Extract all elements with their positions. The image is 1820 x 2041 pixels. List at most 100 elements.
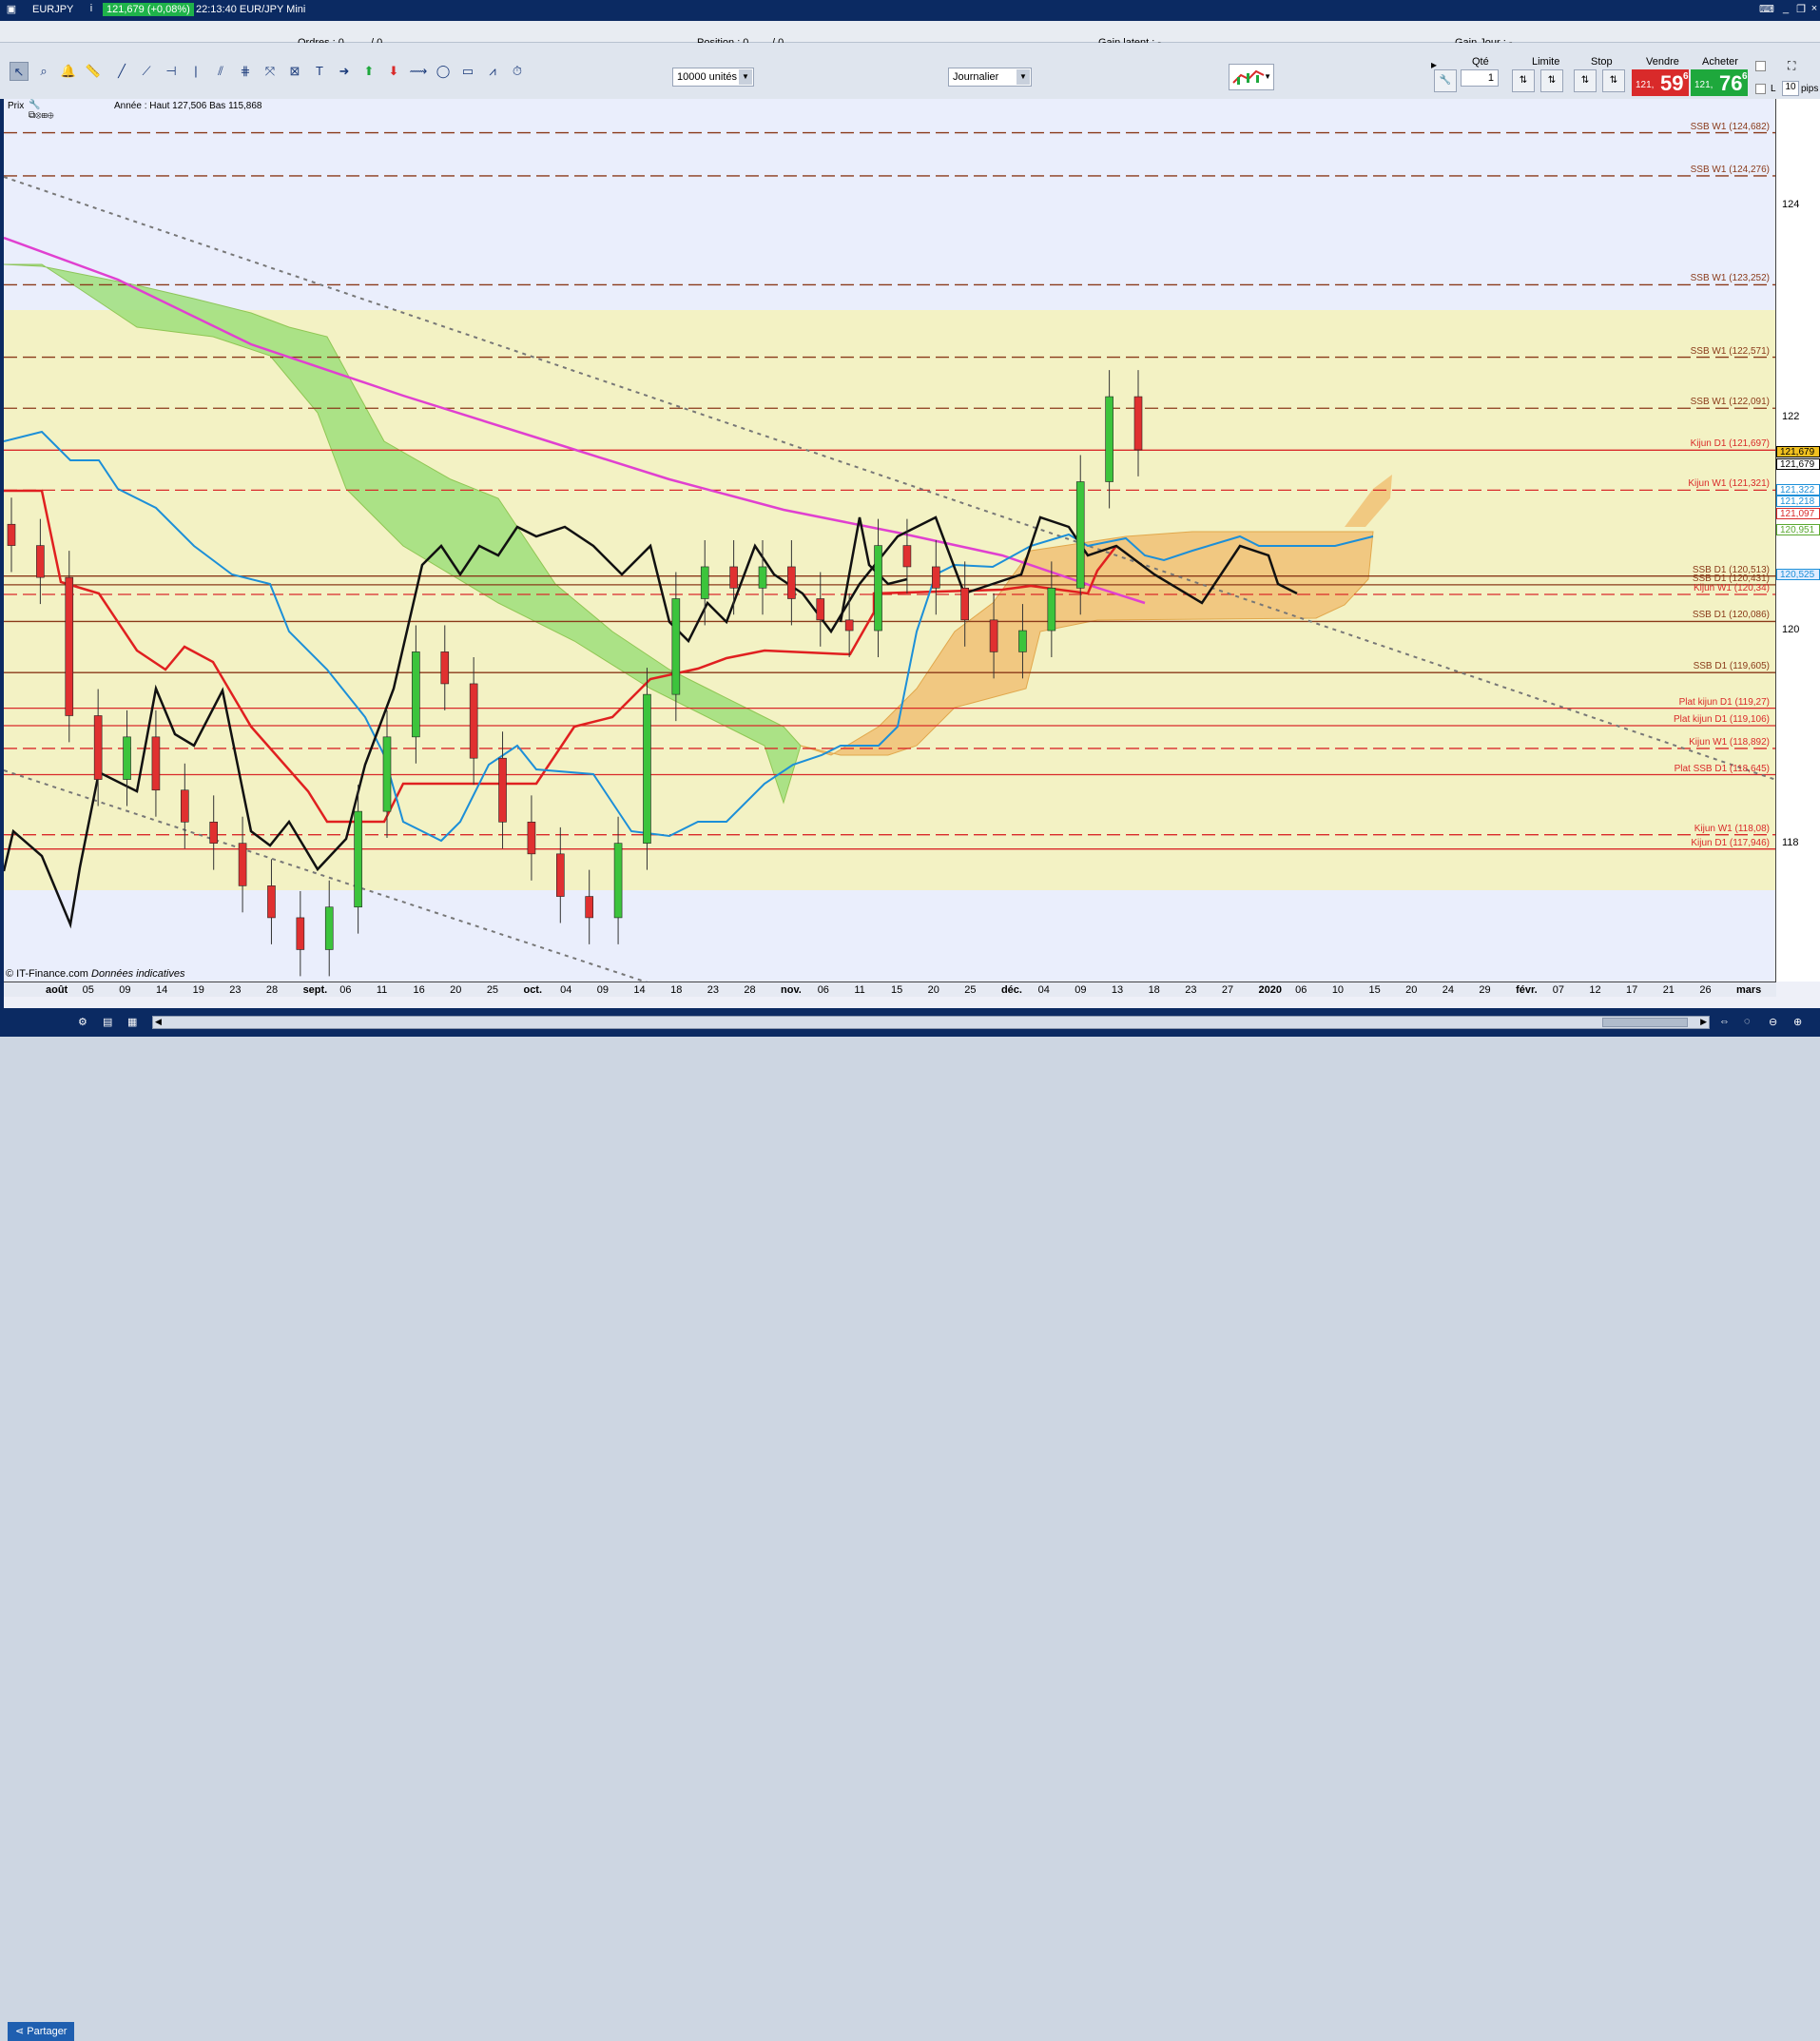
candle-down[interactable] [1133, 396, 1143, 451]
candle-down[interactable] [989, 619, 998, 652]
keyboard-icon[interactable]: ⌨ [1759, 3, 1774, 16]
price-series-label[interactable]: Prix [8, 101, 24, 111]
pips-input[interactable]: 10 [1782, 81, 1799, 96]
units-select[interactable]: 10000 unités ▼ [672, 68, 754, 87]
candle-down[interactable] [527, 821, 536, 855]
candle-down[interactable] [181, 789, 189, 823]
fit-chart-icon[interactable]: ⇔ [1719, 1016, 1730, 1027]
l-checkbox[interactable] [1755, 84, 1766, 94]
level-label: SSB W1 (124,276) [1690, 164, 1770, 175]
candle-down[interactable] [729, 566, 738, 589]
zoom-out-icon[interactable]: ⊖ [1769, 1016, 1777, 1028]
fibonacci-icon[interactable]: ⋕ [236, 62, 255, 81]
candle-down[interactable] [65, 576, 74, 716]
zoom-in-icon[interactable]: ⊕ [1793, 1016, 1802, 1028]
pointer-tool-icon[interactable]: ↖ [10, 62, 29, 81]
price-chart-area[interactable]: Prix 🔧⧉⊗⊞⊕ Année : Haut 127,506 Bas 115,… [4, 99, 1776, 982]
candle-up[interactable] [758, 566, 767, 589]
clock-tool-icon[interactable]: ⏱ [508, 62, 527, 81]
candle-up[interactable] [1105, 396, 1113, 482]
close-icon[interactable]: × [1807, 3, 1820, 16]
sell-button[interactable]: 121, 59 6 [1632, 69, 1689, 96]
candle-up[interactable] [1018, 630, 1027, 652]
candle-up[interactable] [1075, 481, 1085, 589]
candle-down[interactable] [440, 651, 450, 685]
rectangle-tool-icon[interactable]: ▭ [458, 62, 477, 81]
candle-down[interactable] [209, 821, 218, 844]
scroll-thumb[interactable] [1602, 1018, 1688, 1027]
alert-tool-icon[interactable]: 🔔 [59, 62, 78, 81]
candle-down[interactable] [7, 523, 16, 546]
candle-up[interactable] [324, 906, 334, 950]
candle-down[interactable] [151, 736, 161, 791]
candle-down[interactable] [36, 545, 45, 578]
guaranteed-stop-checkbox[interactable] [1755, 61, 1766, 71]
vertical-line-icon[interactable]: | [186, 62, 205, 81]
scroll-right-icon[interactable]: ▶ [1700, 1017, 1707, 1027]
ray-tool-icon[interactable]: ⟋ [137, 62, 156, 81]
candle-down[interactable] [556, 853, 565, 897]
candle-down[interactable] [960, 588, 969, 621]
layout-icon[interactable]: ▦ [127, 1016, 137, 1028]
calc-icon[interactable]: ▤ [103, 1016, 112, 1028]
candle-up[interactable] [671, 598, 681, 695]
candle-up[interactable] [1047, 588, 1056, 632]
stop-sell-icon[interactable]: ⇅ [1602, 69, 1625, 92]
minimize-icon[interactable]: _ [1778, 3, 1793, 16]
ellipse-tool-icon[interactable]: ◯ [434, 62, 453, 81]
scroll-left-icon[interactable]: ◀ [155, 1017, 162, 1027]
candle-down[interactable] [787, 566, 796, 599]
candle-down[interactable] [267, 885, 276, 919]
limit-sell-icon[interactable]: ⇅ [1540, 69, 1563, 92]
chart-type-button[interactable]: ▼ [1229, 64, 1274, 90]
trend-tool-icon[interactable]: ⩘ [483, 62, 502, 81]
ruler-tool-icon[interactable]: 📏 [84, 62, 103, 81]
candle-up[interactable] [643, 693, 651, 844]
candle-up[interactable] [354, 810, 362, 908]
arrow-up-icon[interactable]: ⬆ [359, 62, 378, 81]
candle-up[interactable] [613, 843, 623, 919]
tools-icon[interactable]: ⚙ [78, 1016, 87, 1028]
candle-down[interactable] [902, 545, 912, 568]
quantity-input[interactable]: 1 [1461, 69, 1499, 87]
horizontal-line-icon[interactable]: ⊣ [162, 62, 181, 81]
text-tool-icon[interactable]: T [310, 62, 329, 81]
fan-tool-icon[interactable]: ⤧ [261, 62, 280, 81]
limit-buy-icon[interactable]: ⇅ [1512, 69, 1535, 92]
candle-down[interactable] [93, 715, 103, 780]
candle-down[interactable] [238, 843, 247, 886]
candle-down[interactable] [296, 917, 305, 950]
arrow-right-icon[interactable]: ➜ [335, 62, 354, 81]
candle-down[interactable] [932, 566, 940, 589]
line-tool-icon[interactable]: ╱ [112, 62, 131, 81]
wrench-icon[interactable]: 🔧 [1434, 69, 1457, 92]
channel-tool-icon[interactable]: ⟿ [409, 62, 428, 81]
candle-down[interactable] [585, 896, 593, 919]
stop-buy-icon[interactable]: ⇅ [1574, 69, 1597, 92]
candle-down[interactable] [816, 598, 825, 621]
gann-tool-icon[interactable]: ⊠ [285, 62, 304, 81]
zoom-reset-icon[interactable]: ◌ [1744, 1016, 1751, 1027]
candle-down[interactable] [469, 683, 478, 759]
window-menu-icon[interactable]: ▣ [4, 3, 19, 16]
series-settings-icon[interactable]: 🔧⧉⊗⊞⊕ [29, 100, 54, 121]
candle-down[interactable] [844, 619, 854, 632]
period-select[interactable]: Journalier ▼ [948, 68, 1032, 87]
candle-up[interactable] [382, 736, 392, 812]
time-axis[interactable]: août 05 09 14 19 23 28 sept. 06 11 16 20 25 oct. 04 09 1… [4, 982, 1776, 997]
horizontal-scrollbar[interactable]: ◀ ▶ [152, 1016, 1710, 1029]
candle-up[interactable] [700, 566, 709, 599]
candle-down[interactable] [498, 757, 507, 823]
candle-up[interactable] [123, 736, 131, 780]
share-button[interactable]: ⋖ Partager [8, 2022, 75, 2041]
price-axis[interactable]: 124 122 120 118 [1776, 99, 1820, 982]
info-icon[interactable]: i [84, 3, 99, 16]
parallel-lines-icon[interactable]: ⫽ [211, 62, 230, 81]
zoom-tool-icon[interactable]: ⌕ [34, 62, 53, 81]
candle-up[interactable] [412, 651, 420, 738]
lock-icon[interactable]: ⛶ [1788, 59, 1795, 73]
candle-up[interactable] [874, 545, 882, 632]
buy-button[interactable]: 121, 76 6 [1691, 69, 1748, 96]
arrow-down-icon[interactable]: ⬇ [384, 62, 403, 81]
price-chart[interactable] [4, 99, 1776, 982]
